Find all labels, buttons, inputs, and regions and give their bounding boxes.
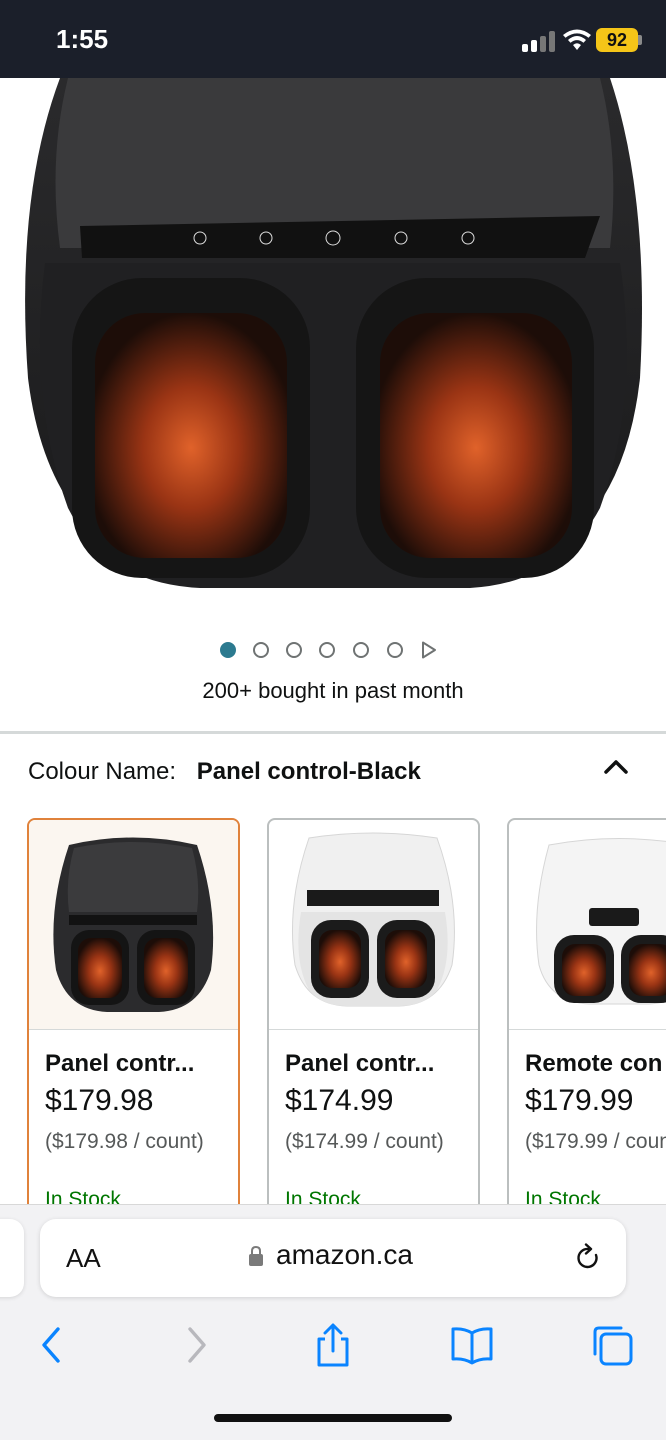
previous-tab-peek[interactable]	[0, 1219, 24, 1297]
bookmarks-icon[interactable]	[450, 1323, 494, 1367]
home-indicator[interactable]	[214, 1414, 452, 1422]
carousel-dot[interactable]	[220, 642, 236, 658]
address-bar[interactable]: AA amazon.ca	[40, 1219, 626, 1297]
carousel-dot[interactable]	[253, 642, 269, 658]
forward-icon[interactable]	[174, 1323, 218, 1367]
reader-options-button[interactable]: AA	[66, 1243, 101, 1274]
swatch-unit-price: ($179.99 / count)	[525, 1130, 666, 1153]
swatch-image	[269, 820, 478, 1030]
browser-toolbar: AA amazon.ca	[0, 1204, 666, 1440]
status-bar: 1:55 92	[0, 0, 666, 78]
swatch-stock-status: In Stock	[525, 1188, 601, 1204]
foot-massager-white-thumbnail	[292, 832, 455, 1007]
carousel-dot[interactable]	[319, 642, 335, 658]
swatch-card-remote-white[interactable]: Remote con $179.99 ($179.99 / count) In …	[507, 818, 666, 1204]
carousel-dot[interactable]	[286, 642, 302, 658]
battery-tip	[638, 35, 642, 45]
carousel-dot[interactable]	[387, 642, 403, 658]
battery-level: 92	[596, 28, 638, 52]
swatch-unit-price: ($179.98 / count)	[45, 1130, 204, 1153]
foot-massager-black-thumbnail	[53, 837, 214, 1012]
swatch-stock-status: In Stock	[45, 1188, 121, 1204]
swatch-price: $179.99	[525, 1084, 634, 1117]
lock-icon	[249, 1245, 263, 1266]
share-icon[interactable]	[311, 1323, 355, 1367]
swatch-price: $179.98	[45, 1084, 154, 1117]
reload-icon[interactable]	[574, 1243, 602, 1273]
swatch-price: $174.99	[285, 1084, 394, 1117]
play-video-icon[interactable]	[421, 641, 437, 659]
foot-massager-image	[25, 78, 643, 588]
swatch-name: Panel contr...	[45, 1050, 195, 1077]
section-divider	[0, 731, 666, 734]
bought-count-text: 200+ bought in past month	[202, 678, 464, 703]
swatch-stock-status: In Stock	[285, 1188, 361, 1204]
swatch-unit-price: ($174.99 / count)	[285, 1130, 444, 1153]
carousel-dot[interactable]	[353, 642, 369, 658]
colour-selector-header[interactable]: Colour Name: Panel control-Black	[28, 758, 421, 786]
url-domain: amazon.ca	[276, 1239, 413, 1270]
swatch-name: Panel contr...	[285, 1050, 435, 1077]
wifi-icon	[563, 29, 591, 50]
colour-value: Panel control-Black	[196, 758, 421, 785]
status-time: 1:55	[56, 24, 109, 54]
chevron-up-icon[interactable]	[602, 756, 630, 776]
swatch-name: Remote con	[525, 1050, 663, 1077]
swatch-image	[29, 820, 238, 1030]
image-carousel-indicator[interactable]	[0, 638, 666, 662]
swatch-card-panel-white[interactable]: Panel contr... $174.99 ($174.99 / count)…	[267, 818, 480, 1204]
tabs-icon[interactable]	[590, 1323, 634, 1367]
colour-label: Colour Name:	[28, 758, 177, 785]
swatch-image	[509, 820, 666, 1030]
product-image[interactable]	[0, 78, 666, 618]
swatch-card-panel-black[interactable]: Panel contr... $179.98 ($179.98 / count)…	[27, 818, 240, 1204]
cellular-signal-icon	[522, 30, 556, 52]
colour-swatch-list[interactable]: Panel contr... $179.98 ($179.98 / count)…	[0, 818, 666, 1204]
back-icon[interactable]	[30, 1323, 74, 1367]
foot-massager-remote-thumbnail	[536, 838, 666, 1005]
